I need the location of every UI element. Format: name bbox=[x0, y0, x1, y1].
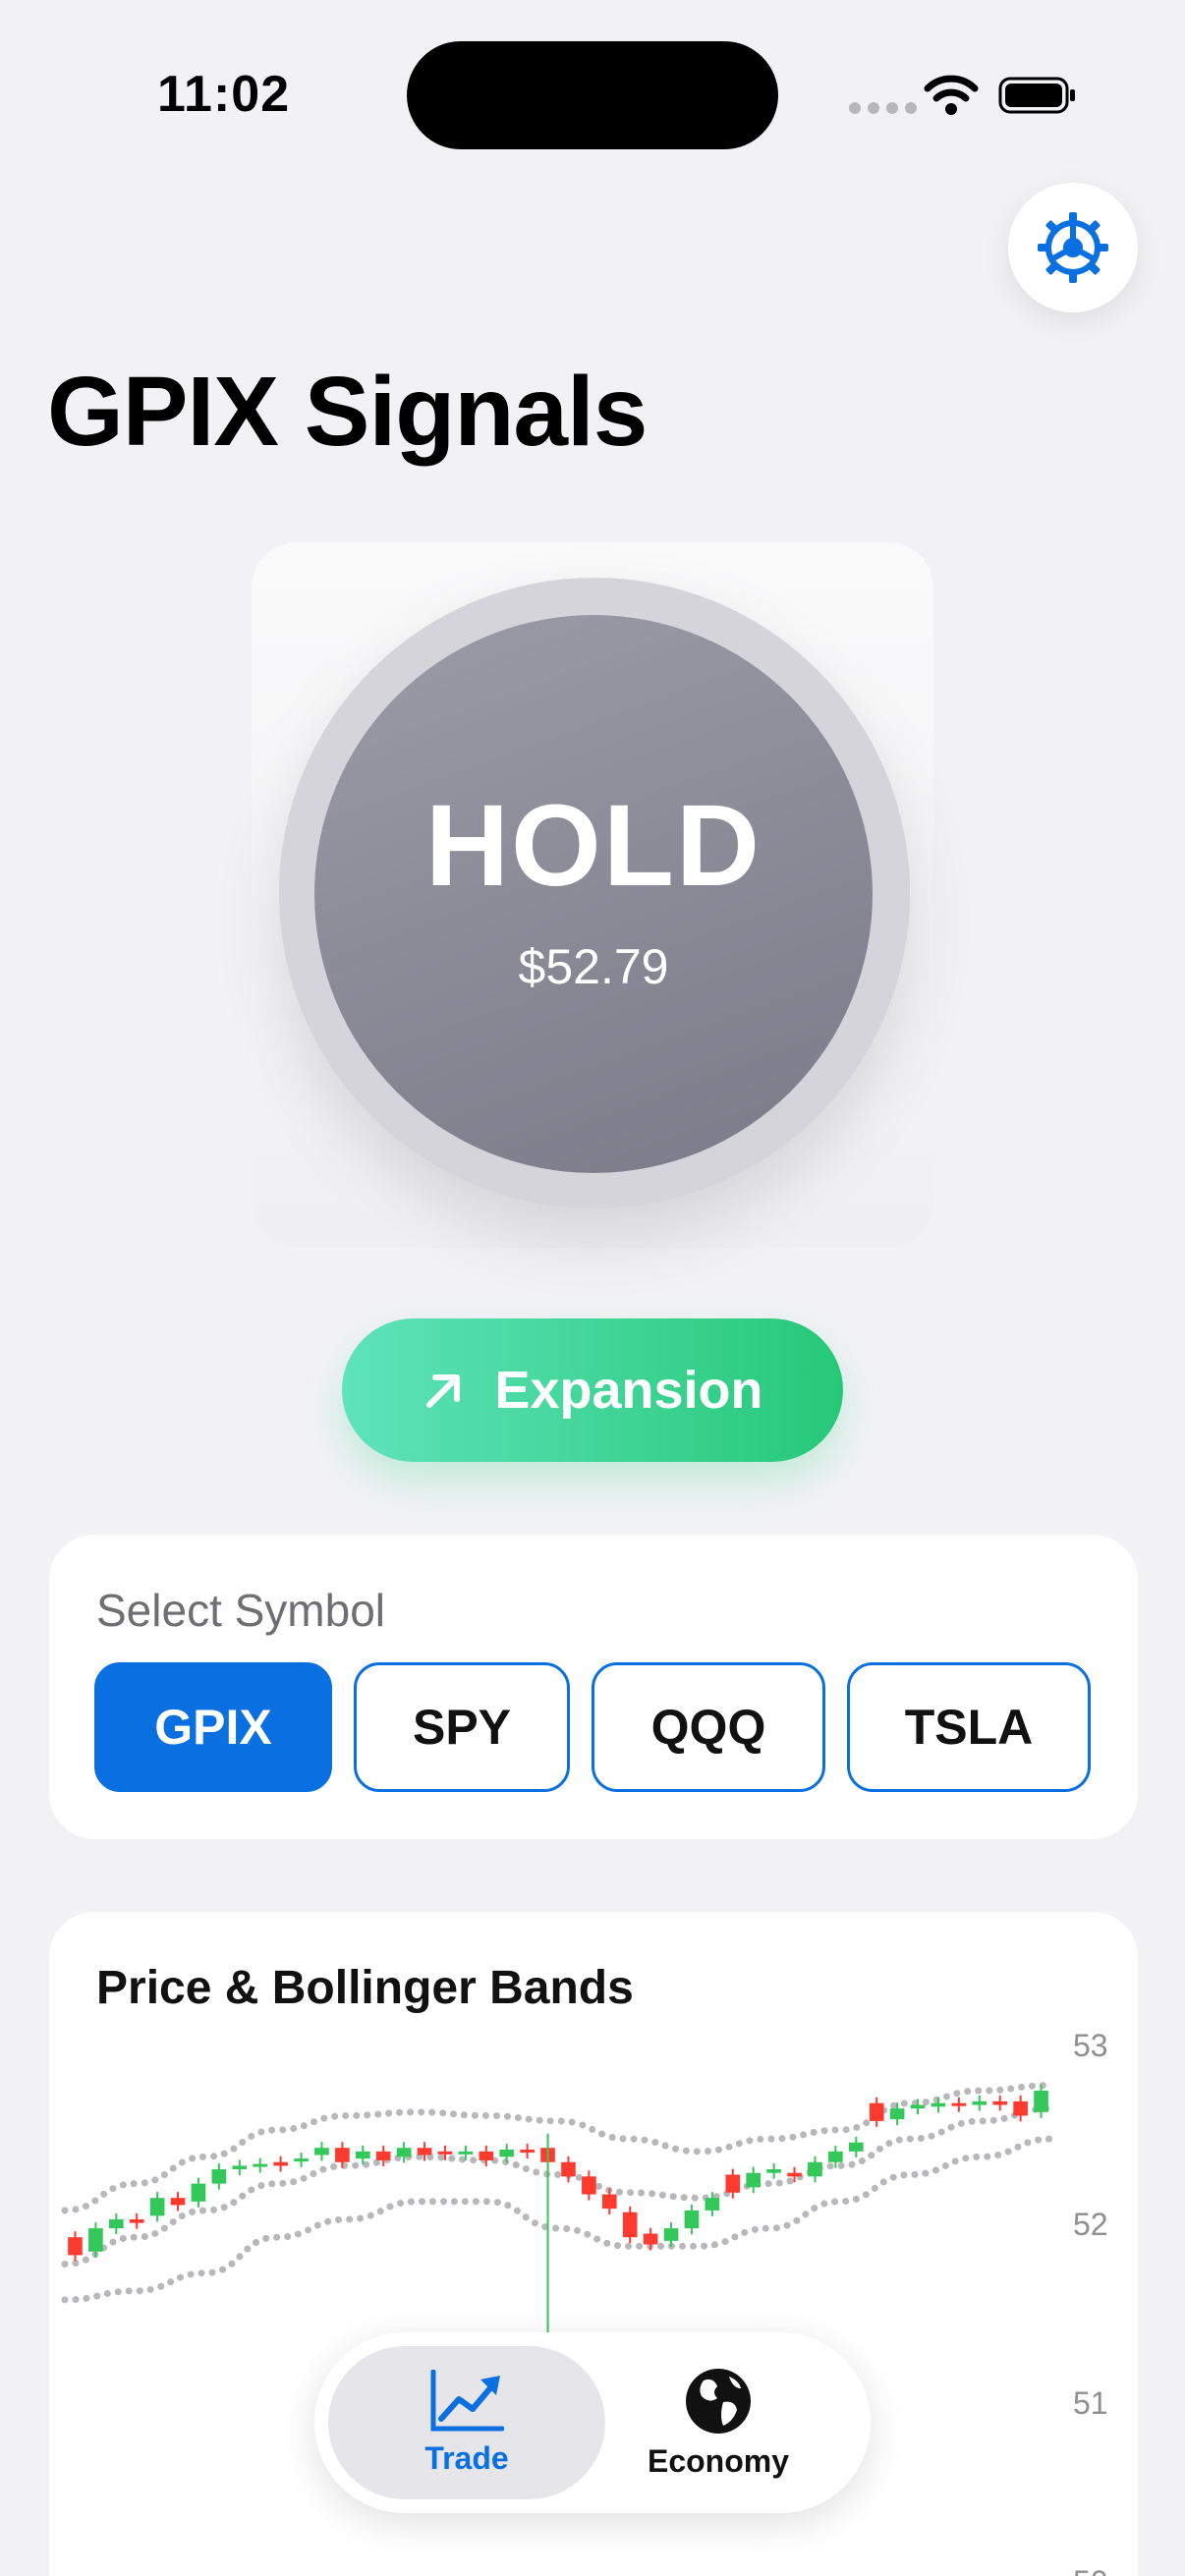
candle bbox=[766, 2169, 781, 2173]
candle bbox=[88, 2228, 103, 2252]
symbol-option-tsla[interactable]: TSLA bbox=[847, 1662, 1091, 1792]
symbol-selector-card: Select Symbol GPIX SPY QQQ TSLA bbox=[49, 1535, 1138, 1839]
candle bbox=[561, 2161, 576, 2177]
candle bbox=[951, 2102, 967, 2106]
symbol-option-gpix[interactable]: GPIX bbox=[94, 1662, 332, 1792]
candle bbox=[129, 2219, 144, 2223]
candle bbox=[601, 2194, 617, 2210]
candle bbox=[253, 2163, 268, 2167]
candle bbox=[499, 2150, 515, 2157]
candle bbox=[191, 2183, 206, 2202]
candle bbox=[273, 2161, 288, 2166]
candle bbox=[335, 2148, 350, 2162]
candle bbox=[479, 2151, 494, 2160]
candle bbox=[396, 2148, 412, 2157]
candle bbox=[417, 2148, 432, 2156]
candle bbox=[808, 2161, 822, 2177]
signal-indicator: HOLD $52.79 bbox=[314, 615, 873, 1173]
candle bbox=[355, 2151, 370, 2159]
tab-trade-label: Trade bbox=[424, 2439, 509, 2476]
regime-badge: Expansion bbox=[342, 1318, 843, 1462]
candle bbox=[643, 2233, 658, 2245]
status-bar: 11:02 bbox=[0, 0, 1185, 187]
symbol-option-qqq[interactable]: QQQ bbox=[592, 1662, 825, 1792]
tab-economy-label: Economy bbox=[647, 2442, 790, 2479]
candle bbox=[232, 2165, 248, 2170]
chart-trend-icon bbox=[430, 2369, 504, 2431]
candle bbox=[746, 2172, 762, 2188]
candle bbox=[931, 2102, 946, 2107]
y-tick-label: 51 bbox=[1073, 2385, 1108, 2421]
candle bbox=[684, 2210, 700, 2229]
candle bbox=[663, 2228, 679, 2241]
tab-economy[interactable]: Economy bbox=[580, 2346, 857, 2499]
candle bbox=[787, 2172, 802, 2177]
candle bbox=[375, 2151, 391, 2160]
candle bbox=[1034, 2090, 1048, 2112]
candle bbox=[149, 2198, 165, 2216]
upper-band-line bbox=[61, 2082, 1055, 2214]
page-title: GPIX Signals bbox=[47, 357, 648, 467]
tab-bar: Trade Economy bbox=[314, 2332, 871, 2513]
candle bbox=[848, 2142, 864, 2152]
arrow-up-right-icon bbox=[426, 1374, 461, 1408]
cellular-signal-icon bbox=[849, 102, 917, 114]
symbol-option-spy[interactable]: SPY bbox=[354, 1662, 570, 1792]
middle-band-line bbox=[61, 2104, 1055, 2268]
candle bbox=[992, 2100, 1008, 2105]
candle bbox=[314, 2148, 329, 2156]
candle bbox=[170, 2198, 186, 2206]
tab-trade[interactable]: Trade bbox=[328, 2346, 605, 2499]
y-tick-label: 52 bbox=[1073, 2207, 1108, 2242]
candle bbox=[622, 2212, 638, 2238]
candle bbox=[437, 2151, 453, 2155]
candle bbox=[869, 2102, 884, 2121]
dynamic-island bbox=[407, 41, 778, 149]
lower-band-line bbox=[61, 2135, 1055, 2304]
settings-button[interactable] bbox=[1008, 183, 1138, 312]
y-tick-label: 50 bbox=[1073, 2564, 1108, 2576]
candle bbox=[211, 2169, 227, 2184]
candle bbox=[458, 2151, 474, 2155]
globe-icon bbox=[686, 2368, 751, 2434]
signal-label: HOLD bbox=[424, 781, 762, 911]
candle bbox=[520, 2150, 535, 2154]
regime-label: Expansion bbox=[494, 1361, 763, 1420]
candle bbox=[828, 2151, 843, 2162]
battery-icon bbox=[998, 77, 1075, 114]
symbol-selector-title: Select Symbol bbox=[96, 1585, 386, 1636]
candle bbox=[705, 2198, 720, 2211]
candle bbox=[1013, 2100, 1028, 2116]
candle bbox=[68, 2237, 83, 2256]
candle bbox=[108, 2219, 124, 2229]
wifi-icon bbox=[924, 75, 979, 115]
signal-price: $52.79 bbox=[518, 939, 669, 994]
candle bbox=[294, 2158, 309, 2162]
candle bbox=[725, 2174, 741, 2193]
candle bbox=[972, 2100, 988, 2105]
candle bbox=[910, 2104, 926, 2109]
gear-icon bbox=[1038, 212, 1108, 283]
candle bbox=[582, 2176, 596, 2195]
candle bbox=[889, 2108, 905, 2120]
y-tick-label: 53 bbox=[1073, 2028, 1108, 2063]
status-time: 11:02 bbox=[157, 66, 291, 123]
